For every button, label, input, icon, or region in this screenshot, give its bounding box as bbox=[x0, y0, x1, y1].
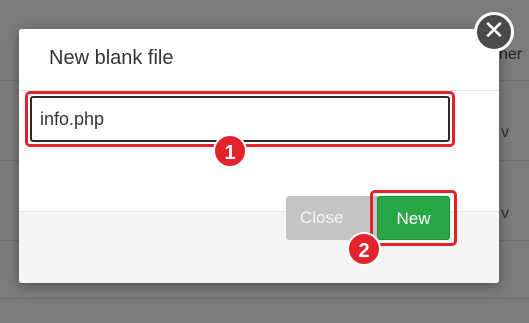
background-divider bbox=[0, 298, 529, 299]
filename-input[interactable] bbox=[30, 96, 450, 142]
background-chevron: v bbox=[501, 124, 509, 141]
modal-title: New blank file bbox=[49, 47, 174, 69]
step-1-badge: 1 bbox=[213, 134, 247, 168]
new-button[interactable]: New bbox=[377, 196, 450, 240]
modal-header: New blank file bbox=[19, 29, 499, 91]
close-icon[interactable]: ✕ bbox=[474, 12, 514, 52]
step-2-badge: 2 bbox=[347, 232, 381, 266]
background-chevron: v bbox=[501, 205, 509, 222]
